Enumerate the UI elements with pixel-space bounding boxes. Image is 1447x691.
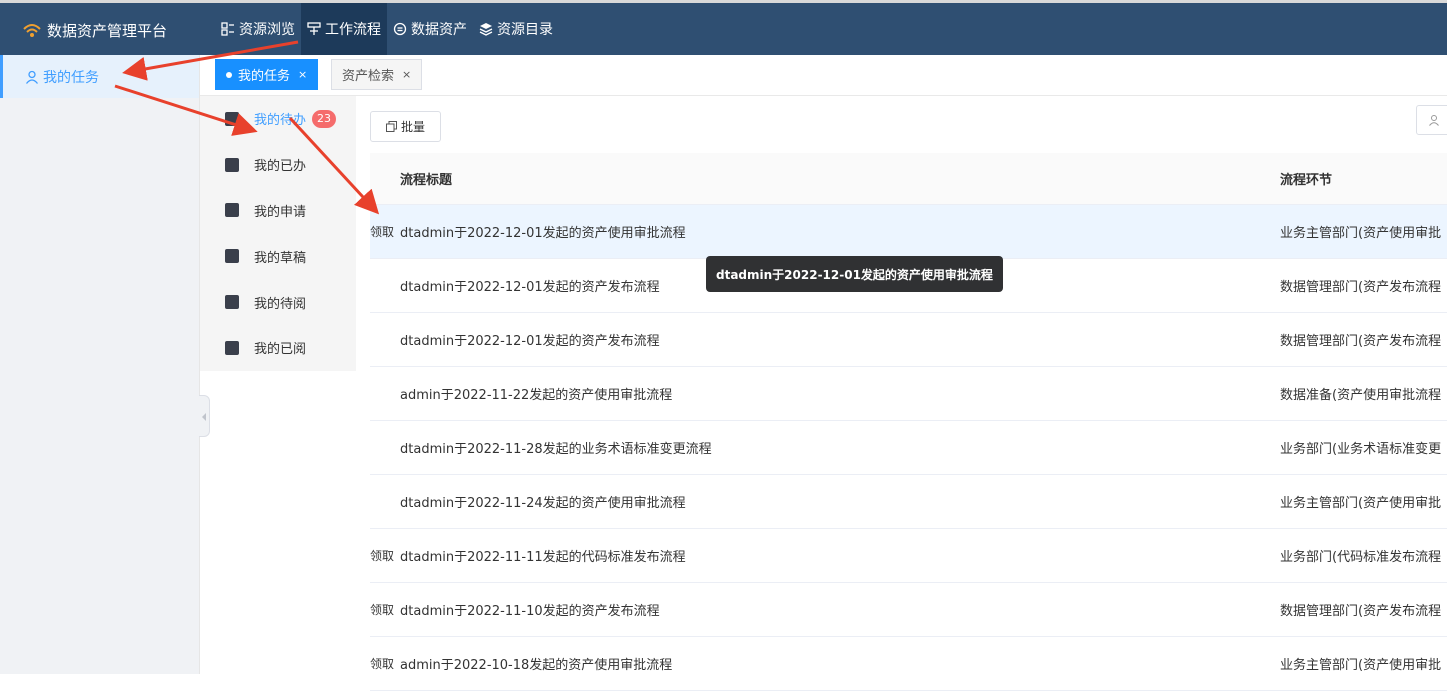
- copy-icon: [386, 121, 397, 132]
- task-list-panel: 批量 流程标题 流程环节 领取 dtadmin于2022-12-01发起的资产使用…: [356, 96, 1447, 691]
- table-row[interactable]: dtadmin于2022-11-28发起的业务术语标准变更流程 业务部门(业务术语…: [370, 421, 1447, 475]
- tabs-bar: 我的任务 × 资产检索 ×: [200, 55, 1447, 96]
- flow-title[interactable]: dtadmin于2022-11-10发起的资产发布流程: [400, 600, 1280, 619]
- read-icon: [225, 340, 239, 355]
- flow-node: 数据管理部门(资产发布流程: [1280, 280, 1442, 295]
- sidebar-item-label: 我的任务: [43, 69, 99, 86]
- flow-title[interactable]: dtadmin于2022-11-28发起的业务术语标准变更流程: [400, 438, 1280, 457]
- batch-button[interactable]: 批量: [370, 111, 442, 142]
- submenu-label: 我的已阅: [254, 342, 307, 358]
- flow-node: 业务部门(代码标准发布流程: [1280, 550, 1442, 565]
- user-filter-button[interactable]: [1416, 105, 1447, 135]
- claim-link[interactable]: 领取: [370, 547, 400, 564]
- table-row[interactable]: dtadmin于2022-12-01发起的资产发布流程 数据管理部门(资产发布流程: [370, 313, 1447, 367]
- grid-list-icon: [221, 22, 234, 36]
- draft-icon: [225, 249, 239, 264]
- wifi-logo-icon: [23, 24, 41, 37]
- main-nav: 资源浏览 工作流程 数据资产 资源目录: [215, 3, 559, 55]
- nav-workflow[interactable]: 工作流程: [301, 3, 387, 55]
- flow-title[interactable]: dtadmin于2022-12-01发起的资产使用审批流程: [400, 222, 1280, 241]
- table-row[interactable]: 领取 admin于2022-10-18发起的资产使用审批流程 业务主管部门(资产使用…: [370, 637, 1447, 691]
- todo-icon: [225, 111, 239, 126]
- sidebar-collapse-handle[interactable]: [199, 395, 210, 437]
- workflow-icon: [307, 22, 321, 35]
- user-icon: [1429, 115, 1439, 126]
- flow-title[interactable]: dtadmin于2022-11-24发起的资产使用审批流程: [400, 492, 1280, 511]
- table-row[interactable]: 领取 dtadmin于2022-11-11发起的代码标准发布流程 业务部门(代码标准…: [370, 529, 1447, 583]
- top-navbar: 数据资产管理平台 资源浏览 工作流程 数据资产 资源目录: [0, 0, 1447, 55]
- submenu-label: 我的已办: [254, 159, 307, 175]
- nav-label: 数据资产: [411, 22, 467, 38]
- app-logo[interactable]: 数据资产管理平台: [22, 17, 167, 43]
- todo-count-badge: 23: [312, 109, 337, 128]
- flow-node: 数据管理部门(资产发布流程: [1280, 604, 1442, 619]
- flow-node: 业务主管部门(资产使用审批: [1280, 226, 1442, 241]
- claim-link[interactable]: 领取: [370, 601, 400, 618]
- nav-resource-browse[interactable]: 资源浏览: [215, 3, 301, 55]
- flow-title[interactable]: admin于2022-10-18发起的资产使用审批流程: [400, 654, 1280, 673]
- app-title: 数据资产管理平台: [47, 21, 168, 40]
- close-icon[interactable]: ×: [402, 68, 411, 81]
- table-header: 流程标题 流程环节: [370, 153, 1447, 205]
- done-icon: [225, 157, 239, 172]
- tab-asset-search[interactable]: 资产检索 ×: [331, 59, 423, 90]
- submenu-label: 我的待办: [254, 113, 307, 129]
- tab-label: 我的任务: [238, 69, 291, 84]
- flow-title[interactable]: dtadmin于2022-12-01发起的资产发布流程: [400, 330, 1280, 349]
- layers-icon: [479, 23, 493, 36]
- column-header-node: 流程环节: [1280, 173, 1333, 188]
- table-row[interactable]: admin于2022-11-22发起的资产使用审批流程 数据准备(资产使用审批流程: [370, 367, 1447, 421]
- flow-title[interactable]: admin于2022-11-22发起的资产使用审批流程: [400, 384, 1280, 403]
- title-tooltip: dtadmin于2022-12-01发起的资产使用审批流程: [706, 256, 1003, 292]
- submenu-label: 我的待阅: [254, 296, 307, 312]
- claim-link[interactable]: 领取: [370, 223, 400, 240]
- sidebar: 我的任务: [0, 55, 200, 674]
- nav-label: 工作流程: [325, 22, 381, 38]
- flow-node: 业务主管部门(资产使用审批: [1280, 658, 1442, 673]
- submenu-item-apply[interactable]: 我的申请: [200, 188, 356, 234]
- submenu-item-done[interactable]: 我的已办: [200, 142, 356, 188]
- submenu-item-unread[interactable]: 我的待阅: [200, 279, 356, 325]
- task-table: 流程标题 流程环节 领取 dtadmin于2022-12-01发起的资产使用审批流…: [370, 153, 1447, 691]
- nav-label: 资源目录: [497, 22, 553, 38]
- task-submenu: 我的待办 23 我的已办 我的申请 我的草稿 我的待阅 我的已阅: [200, 96, 356, 371]
- close-icon[interactable]: ×: [298, 68, 307, 81]
- user-icon: [25, 70, 39, 84]
- tab-label: 资产检索: [342, 69, 395, 84]
- submenu-item-read[interactable]: 我的已阅: [200, 325, 356, 371]
- column-header-title: 流程标题: [400, 173, 453, 188]
- flow-node: 数据准备(资产使用审批流程: [1280, 388, 1442, 403]
- apply-icon: [225, 203, 239, 218]
- sidebar-item-my-tasks[interactable]: 我的任务: [0, 55, 199, 98]
- table-row[interactable]: 领取 dtadmin于2022-11-10发起的资产发布流程 数据管理部门(资产发布…: [370, 583, 1447, 637]
- submenu-item-draft[interactable]: 我的草稿: [200, 233, 356, 279]
- submenu-label: 我的草稿: [254, 250, 307, 266]
- flow-node: 数据管理部门(资产发布流程: [1280, 334, 1442, 349]
- data-asset-icon: [393, 22, 407, 36]
- table-row[interactable]: 领取 dtadmin于2022-12-01发起的资产使用审批流程 业务主管部门(资产…: [370, 205, 1447, 259]
- unread-icon: [225, 295, 239, 310]
- flow-title[interactable]: dtadmin于2022-11-11发起的代码标准发布流程: [400, 546, 1280, 565]
- table-row[interactable]: dtadmin于2022-11-24发起的资产使用审批流程 业务主管部门(资产使用…: [370, 475, 1447, 529]
- tab-my-tasks[interactable]: 我的任务 ×: [215, 59, 319, 90]
- batch-button-label: 批量: [401, 120, 426, 134]
- flow-node: 业务部门(业务术语标准变更: [1280, 442, 1442, 457]
- submenu-label: 我的申请: [254, 204, 307, 220]
- claim-link[interactable]: 领取: [370, 655, 400, 672]
- nav-resource-catalog[interactable]: 资源目录: [473, 3, 559, 55]
- submenu-item-todo[interactable]: 我的待办 23: [200, 96, 356, 142]
- flow-node: 业务主管部门(资产使用审批: [1280, 496, 1442, 511]
- nav-data-asset[interactable]: 数据资产: [387, 3, 473, 55]
- active-dot-icon: [226, 71, 232, 78]
- nav-label: 资源浏览: [239, 22, 295, 38]
